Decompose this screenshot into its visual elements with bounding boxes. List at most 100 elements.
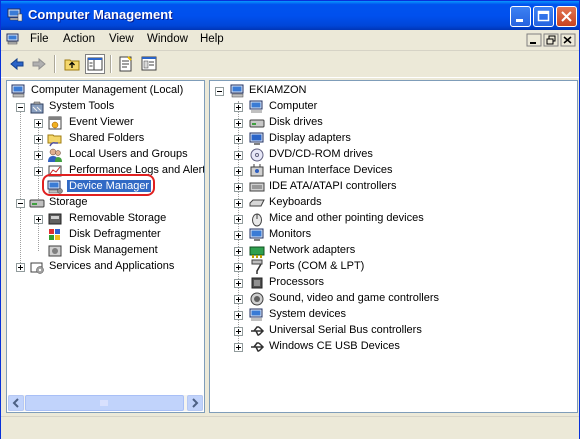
expand-toggle[interactable] <box>234 215 243 224</box>
close-icon <box>561 11 572 22</box>
mdi-close-icon <box>560 33 576 47</box>
scrollbar-thumb[interactable] <box>25 395 184 411</box>
expand-toggle[interactable] <box>234 327 243 336</box>
expand-toggle[interactable] <box>234 183 243 192</box>
menu-view[interactable]: View <box>109 33 134 45</box>
scroll-left-button[interactable] <box>8 395 24 411</box>
expand-toggle[interactable] <box>34 215 43 224</box>
show-hide-tree-button[interactable] <box>85 54 105 74</box>
device-tree-pane[interactable]: EKIAMZON Computer Disk drives Display adap… <box>209 80 578 413</box>
status-bar <box>1 416 579 439</box>
tree-label-disk-management: Disk Management <box>69 244 158 256</box>
expand-toggle[interactable] <box>234 247 243 256</box>
horizontal-scrollbar[interactable] <box>8 395 203 411</box>
system-devices-icon <box>249 308 263 321</box>
computer-management-icon <box>7 8 23 22</box>
menu-bar: File Action View Window Help <box>1 30 579 51</box>
computer-icon <box>249 100 263 113</box>
disk-management-icon <box>48 245 62 257</box>
system-tools-icon <box>30 101 44 114</box>
mdi-restore-icon <box>543 33 559 47</box>
collapse-toggle[interactable] <box>16 199 25 208</box>
scroll-right-button[interactable] <box>187 395 203 411</box>
back-icon[interactable] <box>7 54 27 74</box>
expand-toggle[interactable] <box>234 311 243 320</box>
storage-icon <box>29 199 45 208</box>
removable-storage-icon <box>48 213 62 225</box>
properties-icon[interactable] <box>116 54 136 74</box>
device-category-label: Universal Serial Bus controllers <box>269 324 422 336</box>
close-button[interactable] <box>556 6 577 27</box>
expand-toggle[interactable] <box>34 151 43 160</box>
expand-toggle[interactable] <box>234 119 243 128</box>
tree-line <box>38 121 39 201</box>
expand-toggle[interactable] <box>234 135 243 144</box>
computer-icon <box>230 84 244 98</box>
title-bar[interactable]: Computer Management <box>1 1 579 30</box>
console-tree-pane[interactable]: Computer Management (Local) System Tools… <box>6 80 205 413</box>
expand-toggle[interactable] <box>234 151 243 160</box>
device-category-label: Mice and other pointing devices <box>269 212 424 224</box>
expand-toggle[interactable] <box>234 199 243 208</box>
device-category-label: Display adapters <box>269 132 351 144</box>
expand-toggle[interactable] <box>234 343 243 352</box>
window: Computer Management File Action View Win… <box>0 0 580 439</box>
users-icon <box>48 148 62 162</box>
keyboard-icon <box>249 199 265 207</box>
menu-help[interactable]: Help <box>200 33 224 45</box>
processor-icon <box>251 277 263 289</box>
annotation-highlight <box>42 174 155 196</box>
expand-toggle[interactable] <box>234 231 243 240</box>
expand-toggle[interactable] <box>34 135 43 144</box>
up-level-icon[interactable] <box>62 54 82 74</box>
console-icon[interactable] <box>6 33 21 46</box>
defragmenter-icon <box>49 229 60 240</box>
tree-label-root: Computer Management (Local) <box>31 84 184 96</box>
mdi-minimize-icon <box>526 33 542 47</box>
help-icon[interactable] <box>139 54 159 74</box>
mdi-controls[interactable] <box>526 33 576 47</box>
arrow-left-icon <box>12 398 19 408</box>
dvd-drive-icon <box>250 148 264 162</box>
tree-label-storage: Storage <box>49 196 88 208</box>
display-adapter-icon <box>249 132 264 145</box>
minimize-button[interactable] <box>510 6 531 27</box>
device-category-label: Computer <box>269 100 318 112</box>
ce-usb-icon <box>251 342 265 352</box>
disk-drive-icon <box>249 119 265 128</box>
event-viewer-icon <box>48 116 62 130</box>
expand-toggle[interactable] <box>234 263 243 272</box>
tree-label-system-tools: System Tools <box>49 100 115 112</box>
sound-icon <box>250 292 264 306</box>
menu-window[interactable]: Window <box>147 33 188 45</box>
device-category-label: Disk drives <box>269 116 323 128</box>
expand-toggle[interactable] <box>234 103 243 112</box>
expand-toggle[interactable] <box>234 295 243 304</box>
shared-folder-icon <box>47 134 62 147</box>
expand-toggle[interactable] <box>16 263 25 272</box>
tree-label-shared-folders: Shared Folders <box>69 132 145 144</box>
device-category-label: IDE ATA/ATAPI controllers <box>269 180 397 192</box>
tree-label-disk-defragmenter: Disk Defragmenter <box>69 228 161 240</box>
toolbar-separator <box>54 55 56 73</box>
collapse-toggle[interactable] <box>16 103 25 112</box>
device-category-label: Monitors <box>269 228 312 240</box>
forward-icon[interactable] <box>29 54 49 74</box>
menu-action[interactable]: Action <box>63 33 95 45</box>
services-icon <box>30 262 44 274</box>
expand-toggle[interactable] <box>34 119 43 128</box>
expand-toggle[interactable] <box>234 279 243 288</box>
expand-toggle[interactable] <box>234 167 243 176</box>
expand-toggle[interactable] <box>34 167 43 176</box>
usb-icon <box>251 326 265 336</box>
toolbar <box>1 51 579 78</box>
mouse-icon <box>252 213 262 227</box>
maximize-icon <box>537 10 550 22</box>
menu-file[interactable]: File <box>30 33 49 45</box>
device-category-label: DVD/CD-ROM drives <box>269 148 373 160</box>
maximize-button[interactable] <box>533 6 554 27</box>
port-icon <box>251 259 263 274</box>
collapse-toggle[interactable] <box>215 87 224 96</box>
device-category-label: System devices <box>269 308 347 320</box>
device-category-label: Windows CE USB Devices <box>269 340 400 352</box>
